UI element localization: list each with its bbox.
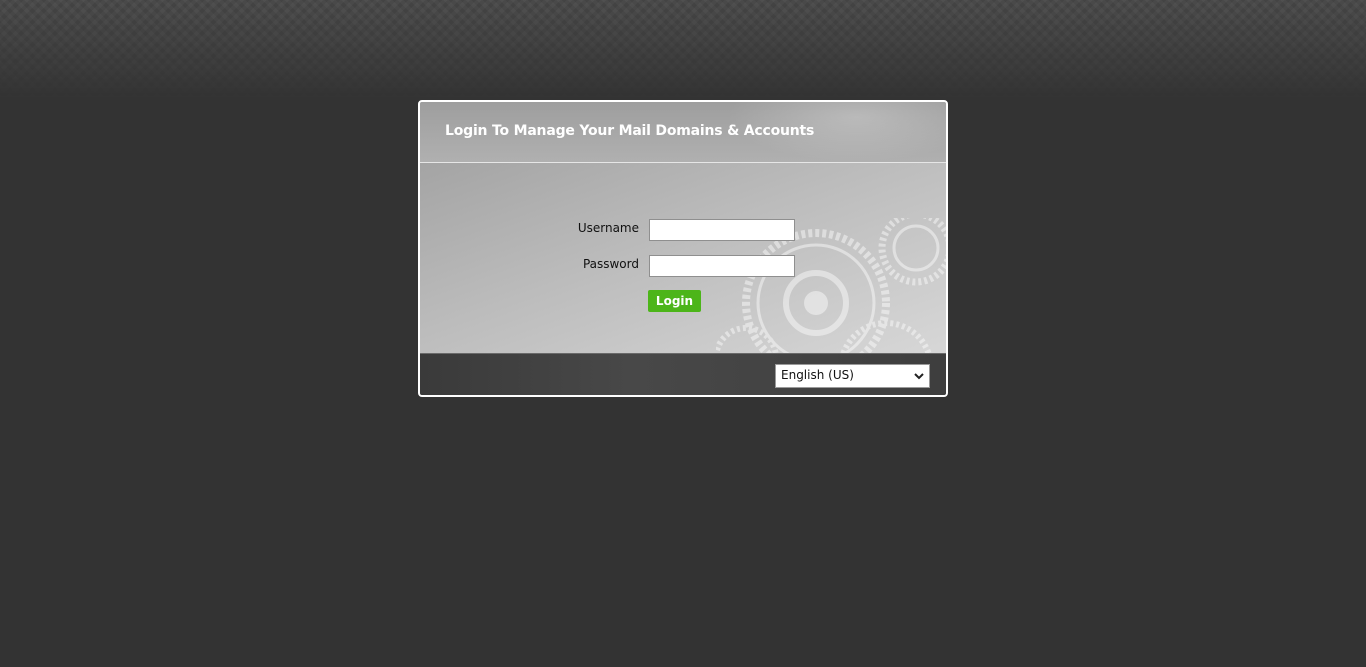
- username-input[interactable]: [649, 219, 795, 241]
- chevron-down-icon: [914, 373, 924, 380]
- password-input[interactable]: [649, 255, 795, 277]
- language-select[interactable]: English (US): [775, 364, 930, 388]
- language-select-value: English (US): [781, 368, 854, 382]
- username-label: Username: [577, 221, 639, 235]
- panel-title: Login To Manage Your Mail Domains & Acco…: [445, 123, 815, 139]
- panel-header: Login To Manage Your Mail Domains & Acco…: [420, 102, 946, 163]
- login-panel: Login To Manage Your Mail Domains & Acco…: [418, 100, 948, 397]
- login-form: Username Password Login: [420, 163, 946, 353]
- login-button[interactable]: Login: [648, 290, 701, 312]
- password-label: Password: [582, 257, 639, 271]
- panel-footer: English (US): [420, 353, 946, 395]
